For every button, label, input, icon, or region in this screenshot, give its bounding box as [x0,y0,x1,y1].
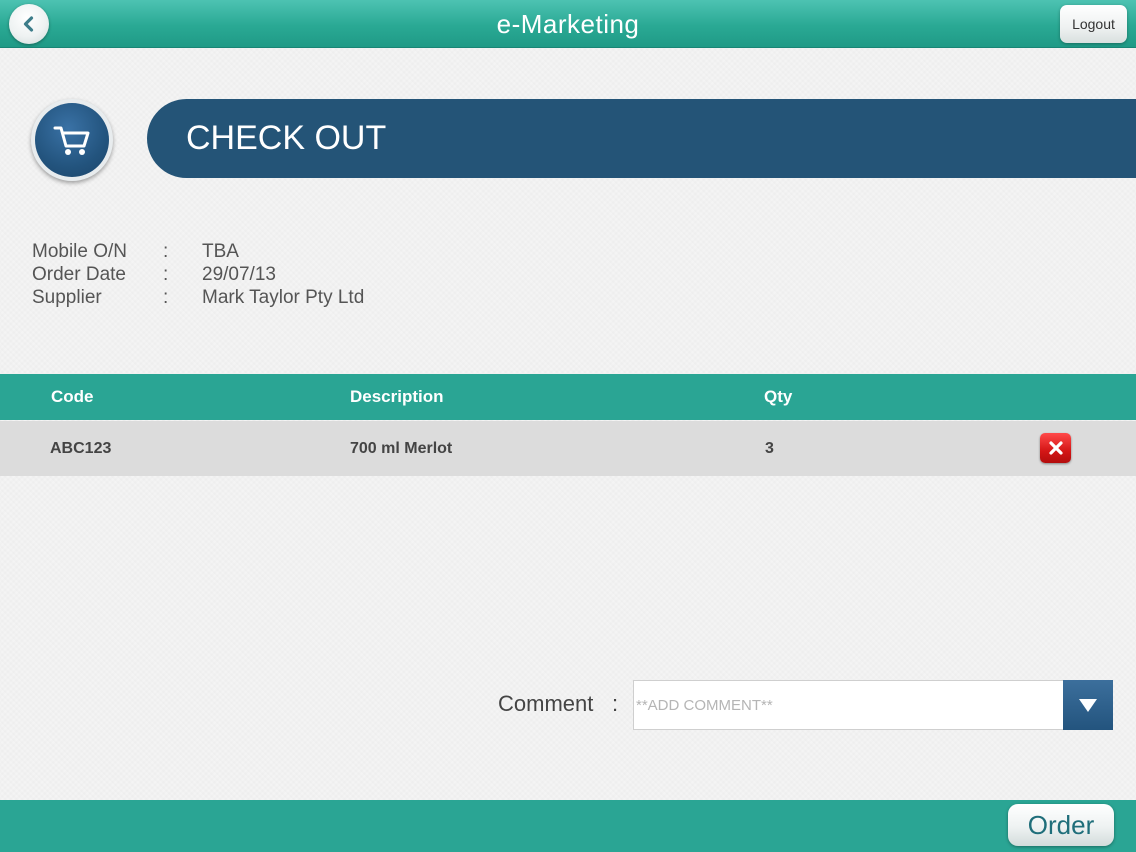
supplier-row: Supplier : Mark Taylor Pty Ltd [32,287,632,310]
comment-label: Comment [498,691,594,716]
delete-row-button[interactable] [1040,433,1071,463]
cart-badge [31,99,113,181]
supplier-label: Supplier [32,287,102,308]
row-code: ABC123 [50,440,112,457]
column-header-description: Description [350,387,444,406]
order-button[interactable]: Order [1008,804,1114,846]
order-date-row: Order Date : 29/07/13 [32,264,632,287]
order-number-separator: : [163,241,169,262]
order-date-separator: : [163,264,169,285]
comment-dropdown-button[interactable] [1063,680,1113,730]
page-header-banner: CHECK OUT [147,99,1136,178]
table-row: ABC123 700 ml Merlot 3 [0,421,1136,476]
order-date-value: 29/07/13 [202,264,276,285]
comment-separator: : [612,691,619,716]
supplier-separator: : [163,287,169,308]
close-icon [1048,441,1063,455]
triangle-down-icon [1079,699,1097,712]
table-header: Code Description Qty [0,374,1136,420]
bottom-bar: Order [0,800,1136,852]
cart-icon [53,126,90,155]
column-header-qty: Qty [764,387,793,406]
order-date-label: Order Date [32,264,126,285]
order-number-row: Mobile O/N : TBA [32,241,632,264]
supplier-value: Mark Taylor Pty Ltd [202,287,365,308]
top-bar: e-Marketing Logout [0,0,1136,48]
order-number-label: Mobile O/N [32,241,128,262]
page-title: CHECK OUT [186,119,387,157]
app-title: e-Marketing [496,9,640,39]
comment-input[interactable] [633,680,1064,730]
row-description: 700 ml Merlot [350,440,453,457]
logout-button[interactable]: Logout [1060,5,1127,43]
column-header-code: Code [51,387,94,406]
order-info: Mobile O/N : TBA Order Date : 29/07/13 S… [32,241,632,310]
row-qty: 3 [765,440,774,457]
order-number-value: TBA [202,241,239,262]
